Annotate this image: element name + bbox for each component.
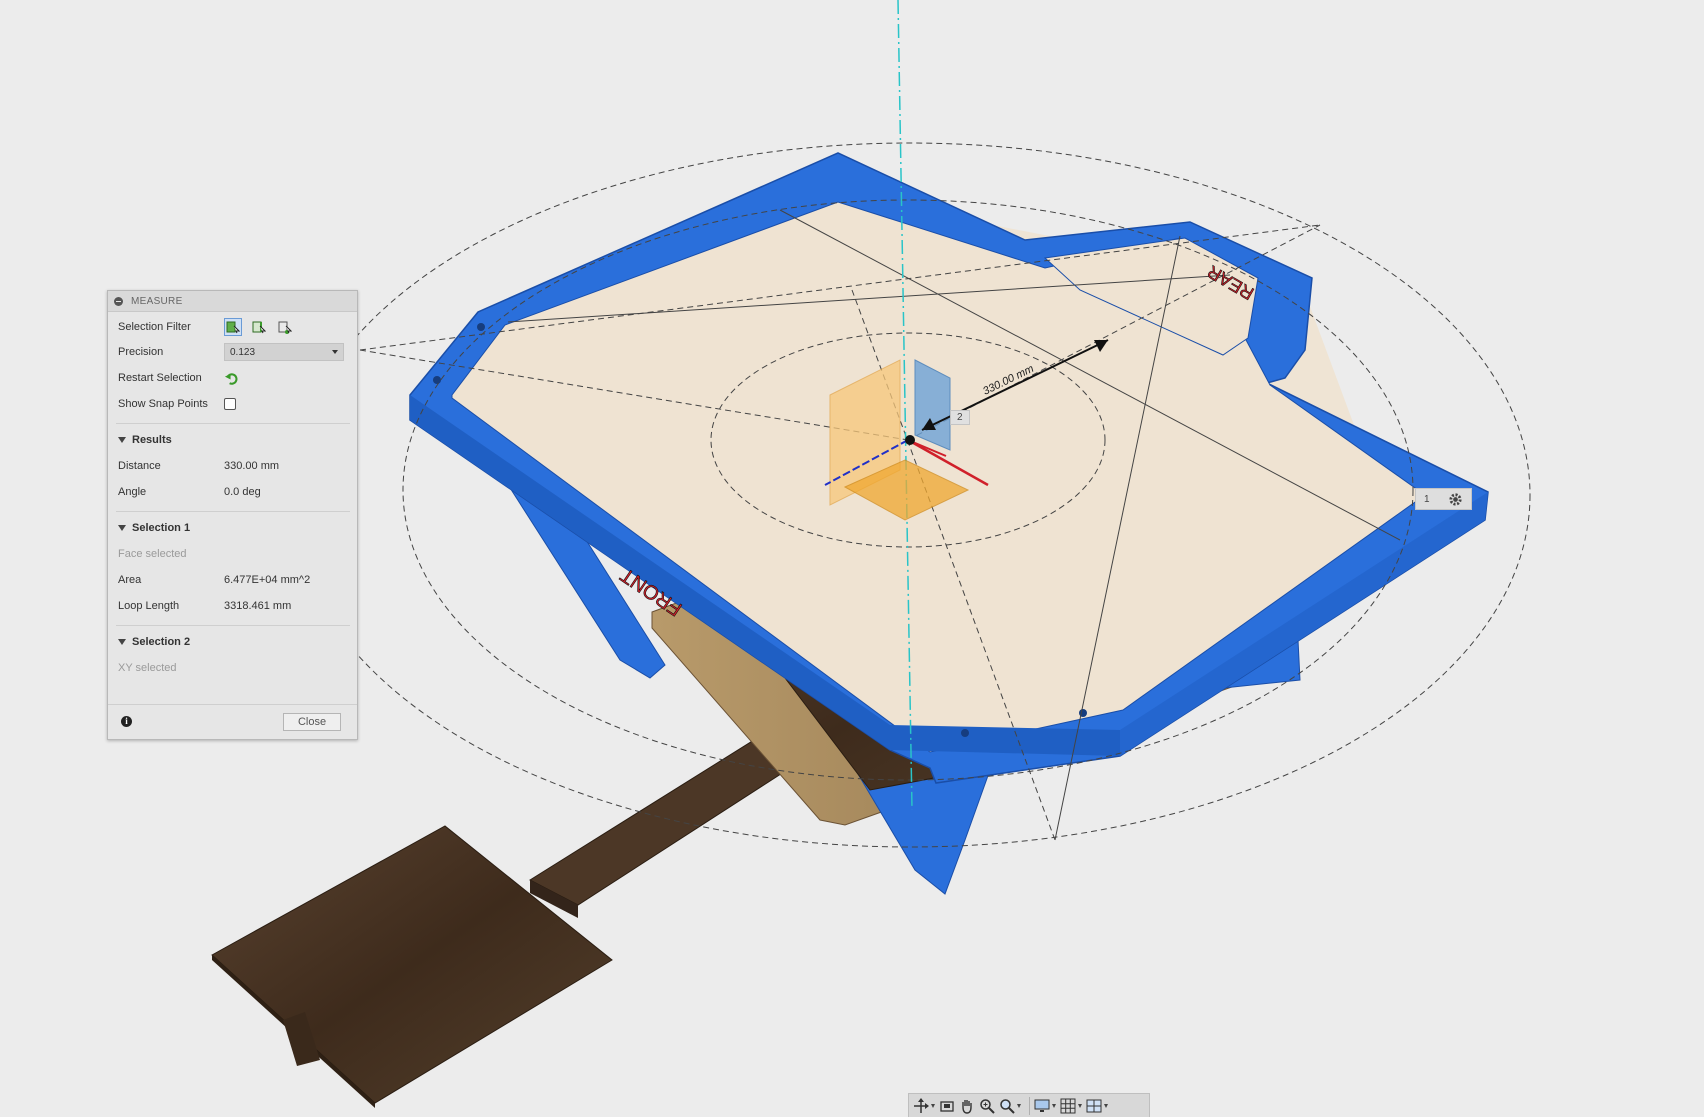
selection1-section-toggle[interactable]: Selection 1	[118, 519, 190, 537]
bottom-paddle	[211, 729, 820, 1108]
expand-triangle-icon	[118, 525, 126, 531]
selection1-title: Selection 1	[132, 522, 191, 534]
look-at-button[interactable]	[939, 1096, 955, 1116]
gear-icon[interactable]	[1448, 492, 1463, 507]
selection2-title: Selection 2	[132, 636, 191, 648]
angle-value: 0.0 deg	[224, 486, 261, 498]
point-1-label: 1	[1424, 493, 1430, 505]
results-section-toggle[interactable]: Results	[118, 431, 172, 449]
selection2-status: XY selected	[118, 662, 177, 674]
precision-select[interactable]: 0.123	[224, 343, 344, 361]
pan-button[interactable]	[959, 1096, 975, 1116]
chevron-down-icon	[332, 350, 338, 354]
blue-frame	[409, 152, 1489, 784]
loop-value: 3318.461 mm	[224, 600, 292, 612]
precision-row: Precision 0.123	[118, 342, 348, 362]
chevron-down-icon	[1104, 1103, 1108, 1108]
restart-row: Restart Selection	[118, 368, 348, 388]
loop-length-row: Loop Length 3318.461 mm	[118, 596, 348, 616]
collapse-icon[interactable]	[114, 296, 123, 306]
divider	[116, 625, 350, 626]
snap-label: Show Snap Points	[118, 398, 208, 410]
display-settings-button[interactable]	[1034, 1096, 1056, 1116]
selection2-section-toggle[interactable]: Selection 2	[118, 633, 190, 651]
loop-label: Loop Length	[118, 600, 180, 612]
zoom-button[interactable]	[979, 1096, 995, 1116]
expand-triangle-icon	[118, 639, 126, 645]
divider	[116, 423, 350, 424]
selection1-status: Face selected	[118, 548, 187, 560]
divider	[116, 511, 350, 512]
face-filter-button[interactable]	[224, 318, 242, 336]
viewports-button[interactable]	[1086, 1096, 1108, 1116]
fit-button[interactable]	[999, 1096, 1021, 1116]
restart-arrow-icon	[224, 372, 238, 385]
snap-points-row: Show Snap Points	[118, 394, 348, 414]
area-label: Area	[118, 574, 142, 586]
area-value: 6.477E+04 mm^2	[224, 574, 311, 586]
angle-row: Angle 0.0 deg	[118, 482, 348, 502]
chevron-down-icon	[1017, 1103, 1021, 1108]
edge-filter-button[interactable]	[250, 318, 268, 336]
monitor-icon	[1034, 1099, 1050, 1112]
edge-filter-icon	[252, 321, 266, 334]
info-icon[interactable]: i	[121, 716, 132, 727]
selection-filter-label: Selection Filter	[118, 321, 191, 333]
chevron-down-icon	[1078, 1103, 1082, 1108]
panel-title: MEASURE	[131, 295, 183, 307]
precision-value: 0.123	[230, 346, 256, 358]
search-icon	[1000, 1098, 1015, 1114]
chevron-down-icon	[931, 1103, 935, 1108]
panel-header: MEASURE	[108, 291, 357, 312]
vertex-filter-icon	[278, 321, 292, 334]
panel-footer: i Close	[108, 704, 357, 739]
chevron-down-icon	[1052, 1103, 1056, 1108]
point-2-tag[interactable]: 2	[950, 410, 970, 425]
separator	[1029, 1096, 1030, 1115]
grid-settings-button[interactable]	[1060, 1096, 1082, 1116]
distance-value: 330.00 mm	[224, 460, 280, 472]
selection2-status-row: XY selected	[118, 658, 348, 678]
point-1-tag[interactable]: 1	[1415, 488, 1472, 510]
snap-points-checkbox[interactable]	[224, 398, 236, 410]
grid-icon	[1060, 1098, 1076, 1113]
selection-filter-row: Selection Filter	[118, 317, 348, 337]
expand-triangle-icon	[118, 437, 126, 443]
zoom-icon	[980, 1098, 995, 1114]
navigation-toolbar	[908, 1093, 1150, 1117]
orbit-icon	[914, 1097, 929, 1113]
hand-icon	[962, 1099, 972, 1114]
vertex-filter-button[interactable]	[276, 318, 294, 336]
area-row: Area 6.477E+04 mm^2	[118, 570, 348, 590]
distance-row: Distance 330.00 mm	[118, 456, 348, 476]
angle-label: Angle	[118, 486, 147, 498]
measure-panel: MEASURE Selection Filter Precision 0.123…	[107, 290, 358, 740]
viewports-icon	[1086, 1099, 1102, 1112]
selection1-status-row: Face selected	[118, 544, 348, 564]
distance-label: Distance	[118, 460, 161, 472]
orbit-button[interactable]	[913, 1096, 935, 1116]
point-2-label: 2	[957, 412, 963, 423]
restart-label: Restart Selection	[118, 372, 202, 384]
precision-label: Precision	[118, 346, 164, 358]
restart-selection-button[interactable]	[224, 371, 239, 386]
face-filter-icon	[226, 321, 240, 334]
close-button[interactable]: Close	[283, 713, 341, 731]
results-title: Results	[132, 434, 172, 446]
look-at-icon	[940, 1100, 954, 1112]
